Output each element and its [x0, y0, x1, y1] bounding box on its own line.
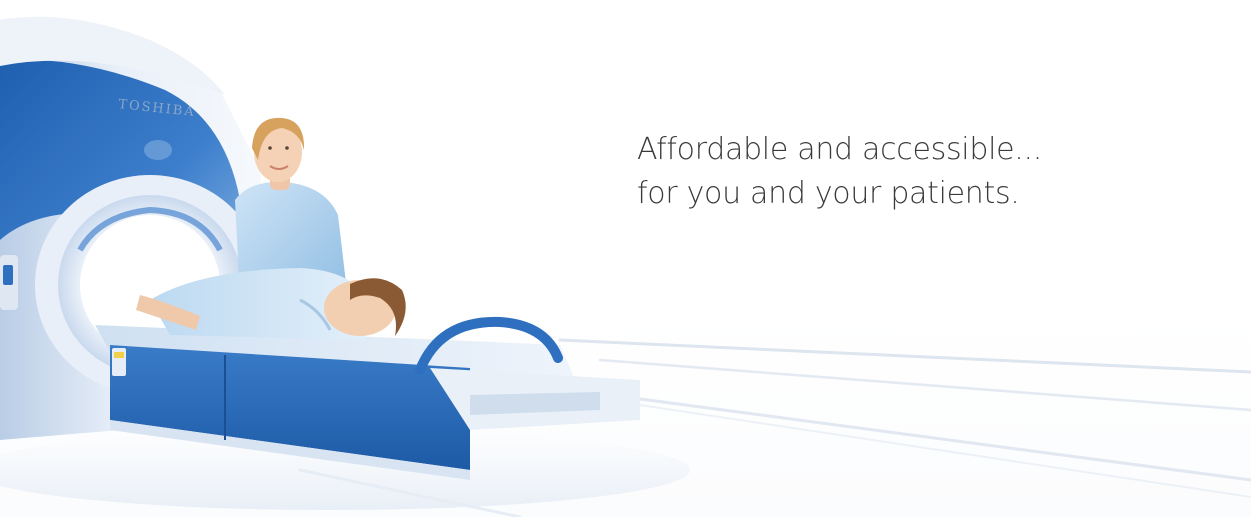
tagline-line-2: for you and your patients.	[637, 176, 1020, 211]
tagline: Affordable and accessible... for you and…	[637, 128, 1197, 216]
mri-scene-illustration: TOSHIBA	[0, 16, 1251, 517]
hero-banner: TOSHIBA Affordable and accessible... for…	[0, 0, 1251, 517]
tagline-line-1: Affordable and accessible...	[637, 132, 1042, 167]
